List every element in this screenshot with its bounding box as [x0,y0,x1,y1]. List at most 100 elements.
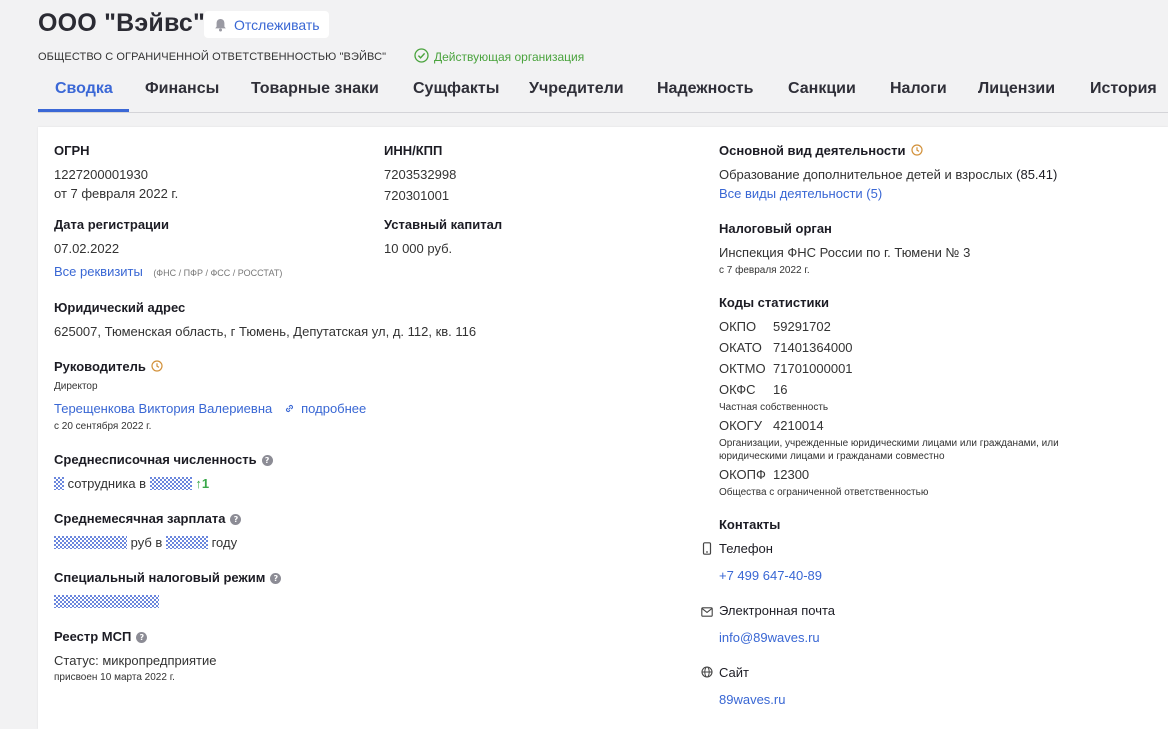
headcount-value: сотрудника в ↑1 [54,476,209,491]
headcount-text: сотрудника в [67,476,147,491]
tab-taxes[interactable]: Налоги [890,80,947,98]
company-header: ООО "Вэйвс" Отслеживать ОБЩЕСТВО С ОГРАН… [0,0,1168,113]
okpo-value: 59291702 [773,319,831,334]
email-label: Электронная почта [719,603,836,618]
all-activities-link[interactable]: Все виды деятельности (5) [719,186,882,201]
reg-date-label: Дата регистрации [54,217,170,232]
salary-text1: руб в [130,535,163,550]
tab-reliability[interactable]: Надежность [657,80,753,98]
contacts-label: Контакты [719,517,781,532]
tab-summary[interactable]: Сводка [55,80,113,98]
active-tab-indicator [38,109,129,112]
tax-office-since: с 7 февраля 2022 г. [719,265,810,276]
bell-icon [214,18,227,32]
follow-button[interactable]: Отслеживать [204,11,329,38]
manager-name-link[interactable]: Терещенкова Виктория Валериевна [54,401,272,416]
okato-value: 71401364000 [773,340,853,355]
email-link[interactable]: info@89waves.ru [719,630,820,645]
help-icon[interactable]: ? [270,573,282,584]
hidden-value[interactable] [54,477,64,490]
status-badge: Действующая организация [414,48,584,66]
okogu-key: ОКОГУ [719,418,762,433]
all-details-note: (ФНС / ПФР / ФСС / РОССТАТ) [153,268,283,278]
salary-label-text: Среднемесячная зарплата [54,511,226,526]
tab-history[interactable]: История [1090,80,1157,98]
msp-label: Реестр МСП? [54,629,148,644]
okogu-desc-line2: юридическими лицами и гражданами совмест… [719,451,945,462]
okfs-value: 16 [773,382,788,397]
okfs-desc: Частная собственность [719,402,829,413]
activity-code: (85.41) [1016,167,1058,182]
all-details-link[interactable]: Все реквизиты [54,264,143,279]
phone-link[interactable]: +7 499 647-40-89 [719,568,822,583]
ogrn-value: 1227200001930 [54,167,148,182]
legal-name: ОБЩЕСТВО С ОГРАНИЧЕННОЙ ОТВЕТСТВЕННОСТЬЮ… [38,51,387,63]
tab-bar: Сводка Финансы Товарные знаки Сущфакты У… [38,70,1168,113]
clock-icon[interactable] [151,360,163,375]
oktmo-key: ОКТМО [719,361,766,376]
salary-value: руб в году [54,535,237,550]
activity-value: Образование дополнительное детей и взрос… [719,167,1057,182]
activity-label-text: Основной вид деятельности [719,143,906,158]
address-label: Юридический адрес [54,300,186,315]
headcount-growth: 1 [201,476,210,491]
tax-regime-label-text: Специальный налоговый режим [54,570,266,585]
manager-more-link[interactable]: подробнее [301,401,366,416]
follow-label: Отслеживать [234,16,320,33]
oktmo-value: 71701000001 [773,361,853,376]
capital-label: Уставный капитал [384,217,503,232]
phone-icon [702,542,712,560]
tax-regime-value [54,594,159,609]
tax-office-label: Налоговый орган [719,221,832,236]
stat-codes-label: Коды статистики [719,295,829,310]
tax-office-name: Инспекция ФНС России по г. Тюмени № 3 [719,245,971,260]
all-details: Все реквизиты (ФНС / ПФР / ФСС / РОССТАТ… [54,263,282,281]
link-icon [284,401,295,419]
manager-label-text: Руководитель [54,359,146,374]
msp-label-text: Реестр МСП [54,629,132,644]
activity-text: Образование дополнительное детей и взрос… [719,167,1013,182]
headcount-label-text: Среднесписочная численность [54,452,257,467]
hidden-value[interactable] [54,536,127,549]
tab-sanctions[interactable]: Санкции [788,80,856,98]
company-name: ООО "Вэйвс" [38,9,206,37]
okopf-value: 12300 [773,467,810,482]
okogu-value: 4210014 [773,418,824,433]
help-icon[interactable]: ? [230,514,242,525]
help-icon[interactable]: ? [136,632,148,643]
status-text: Действующая организация [434,50,585,64]
inn-kpp-label: ИНН/КПП [384,143,443,158]
hidden-value[interactable] [165,536,208,549]
summary-card: ОГРН 1227200001930 от 7 февраля 2022 г. … [38,127,1168,729]
okato-key: ОКАТО [719,340,762,355]
capital-value: 10 000 руб. [384,241,453,256]
activity-label: Основной вид деятельности [719,143,923,159]
manager-role: Директор [54,381,98,392]
msp-status: Статус: микропредприятие [54,653,217,668]
salary-label: Среднемесячная зарплата? [54,511,242,526]
tab-licenses[interactable]: Лицензии [978,80,1055,98]
hidden-value[interactable] [149,477,192,490]
site-link[interactable]: 89waves.ru [719,692,785,707]
help-icon[interactable]: ? [261,455,273,466]
headcount-label: Среднесписочная численность? [54,452,273,467]
mail-icon [701,604,713,622]
tax-regime-label: Специальный налоговый режим? [54,570,282,585]
okogu-desc-line1: Организации, учрежденные юридическими ли… [719,438,1059,449]
tab-founders[interactable]: Учредители [529,80,624,98]
ogrn-date: от 7 февраля 2022 г. [54,186,179,201]
clock-icon[interactable] [910,144,923,159]
manager-since: с 20 сентября 2022 г. [54,421,152,432]
tab-trademarks[interactable]: Товарные знаки [251,80,379,98]
tab-finance[interactable]: Финансы [145,80,219,98]
okopf-desc: Общества с ограниченной ответственностью [719,487,929,498]
hidden-value[interactable] [54,595,159,608]
manager-label: Руководитель [54,359,163,375]
address-value: 625007, Тюменская область, г Тюмень, Деп… [54,324,477,339]
ogrn-label: ОГРН [54,143,90,158]
kpp-value: 720301001 [384,188,450,203]
reg-date-value: 07.02.2022 [54,241,120,256]
inn-value: 7203532998 [384,167,457,182]
manager-row: Терещенкова Виктория Валериевна подробне… [54,400,366,419]
tab-facts[interactable]: Сущфакты [413,80,499,98]
